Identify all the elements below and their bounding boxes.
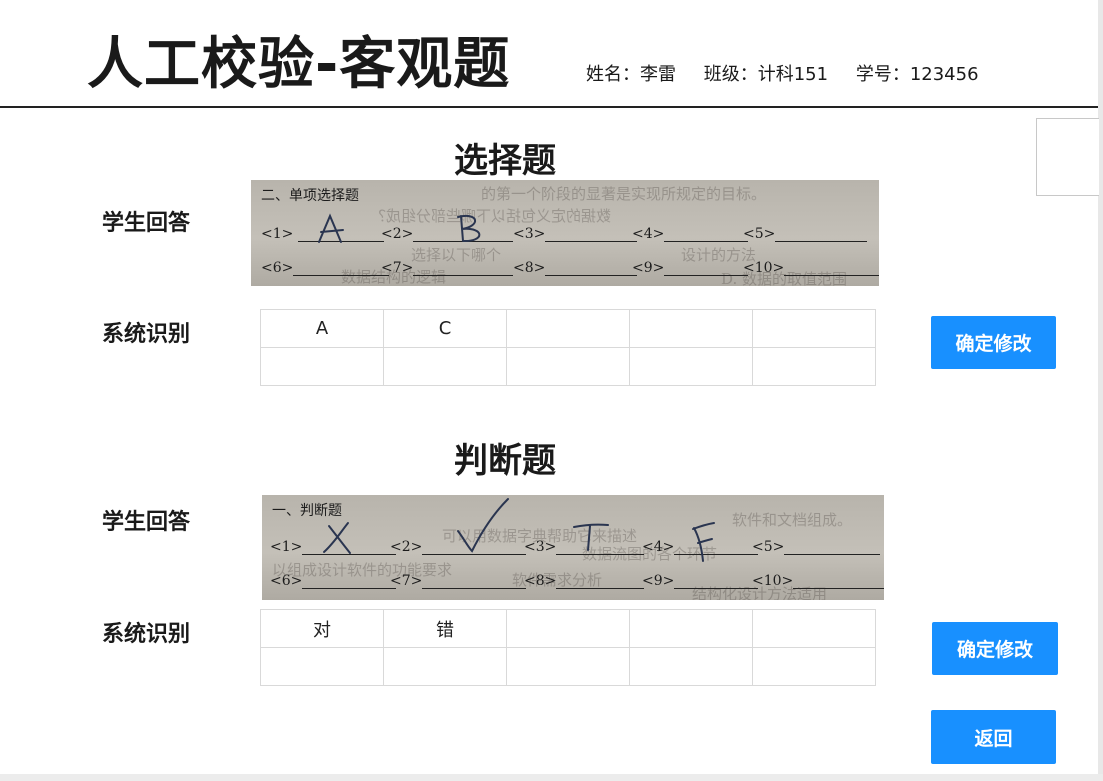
choice-confirm-button[interactable]: 确定修改 bbox=[931, 316, 1056, 369]
judge-answer-cell-1[interactable]: 对 bbox=[260, 609, 384, 648]
svg-text:T: T bbox=[262, 495, 263, 496]
judge-answer-label: 学生回答 bbox=[102, 510, 191, 535]
svg-text:A: A bbox=[251, 180, 252, 181]
student-name: 姓名：李雷 bbox=[586, 64, 676, 85]
footer-strip bbox=[0, 774, 1103, 781]
choice-answer-cell-5[interactable] bbox=[752, 309, 876, 348]
side-panel bbox=[1036, 118, 1099, 196]
section-heading-choice: 选择题 bbox=[454, 141, 556, 181]
judge-answer-cell-7[interactable] bbox=[383, 647, 507, 686]
choice-answer-cell-10[interactable] bbox=[752, 347, 876, 386]
svg-text:✓: ✓ bbox=[262, 495, 263, 496]
handwritten-answers: ✗ ✓ T F bbox=[262, 495, 715, 562]
header-divider bbox=[0, 106, 1098, 108]
choice-recognition-label: 系统识别 bbox=[102, 322, 191, 347]
judge-answer-cell-5[interactable] bbox=[752, 609, 876, 648]
judge-recognition-label: 系统识别 bbox=[102, 622, 191, 647]
section-heading-judge: 判断题 bbox=[454, 441, 556, 481]
choice-answer-cell-9[interactable] bbox=[629, 347, 753, 386]
choice-answer-cell-1[interactable]: A bbox=[260, 309, 384, 348]
judge-answer-cell-10[interactable] bbox=[752, 647, 876, 686]
judge-answer-cell-6[interactable] bbox=[260, 647, 384, 686]
student-class: 班级：计科151 bbox=[703, 64, 829, 85]
svg-text:✗: ✗ bbox=[262, 495, 263, 496]
choice-answer-cell-7[interactable] bbox=[383, 347, 507, 386]
page-title: 人工校验-客观题 bbox=[87, 32, 511, 97]
table-row bbox=[260, 347, 876, 386]
choice-recognition-grid: A C bbox=[260, 309, 876, 386]
judge-answer-cell-3[interactable] bbox=[506, 609, 630, 648]
student-id: 学号：123456 bbox=[855, 64, 979, 85]
back-button[interactable]: 返回 bbox=[931, 710, 1056, 764]
judge-answer-scan: 软件和文档组成。 可以用数据字典帮助它来描述 数据流图的各个环节 以组成设计软件… bbox=[262, 495, 884, 600]
judge-recognition-grid: 对 错 bbox=[260, 609, 876, 686]
judge-answer-cell-2[interactable]: 错 bbox=[383, 609, 507, 648]
table-row: 对 错 bbox=[260, 609, 876, 648]
judge-answer-cell-4[interactable] bbox=[629, 609, 753, 648]
student-info: 姓名：李雷 班级：计科151 学号：123456 bbox=[586, 60, 1001, 86]
choice-answer-cell-3[interactable] bbox=[506, 309, 630, 348]
choice-answer-cell-6[interactable] bbox=[260, 347, 384, 386]
svg-text:F: F bbox=[262, 495, 263, 496]
table-row bbox=[260, 647, 876, 686]
choice-answer-cell-4[interactable] bbox=[629, 309, 753, 348]
choice-answer-label: 学生回答 bbox=[102, 211, 191, 236]
judge-answer-cell-9[interactable] bbox=[629, 647, 753, 686]
judge-answer-cell-8[interactable] bbox=[506, 647, 630, 686]
table-row: A C bbox=[260, 309, 876, 348]
svg-text:B: B bbox=[251, 180, 252, 181]
judge-confirm-button[interactable]: 确定修改 bbox=[932, 622, 1058, 675]
handwritten-answers: A B bbox=[251, 180, 481, 243]
choice-answer-cell-2[interactable]: C bbox=[383, 309, 507, 348]
choice-answer-cell-8[interactable] bbox=[506, 347, 630, 386]
choice-answer-scan: 的第一个阶段的显著是实现所规定的目标。 数据的定义包括以下哪些部分组成？ 设计的… bbox=[251, 180, 879, 286]
